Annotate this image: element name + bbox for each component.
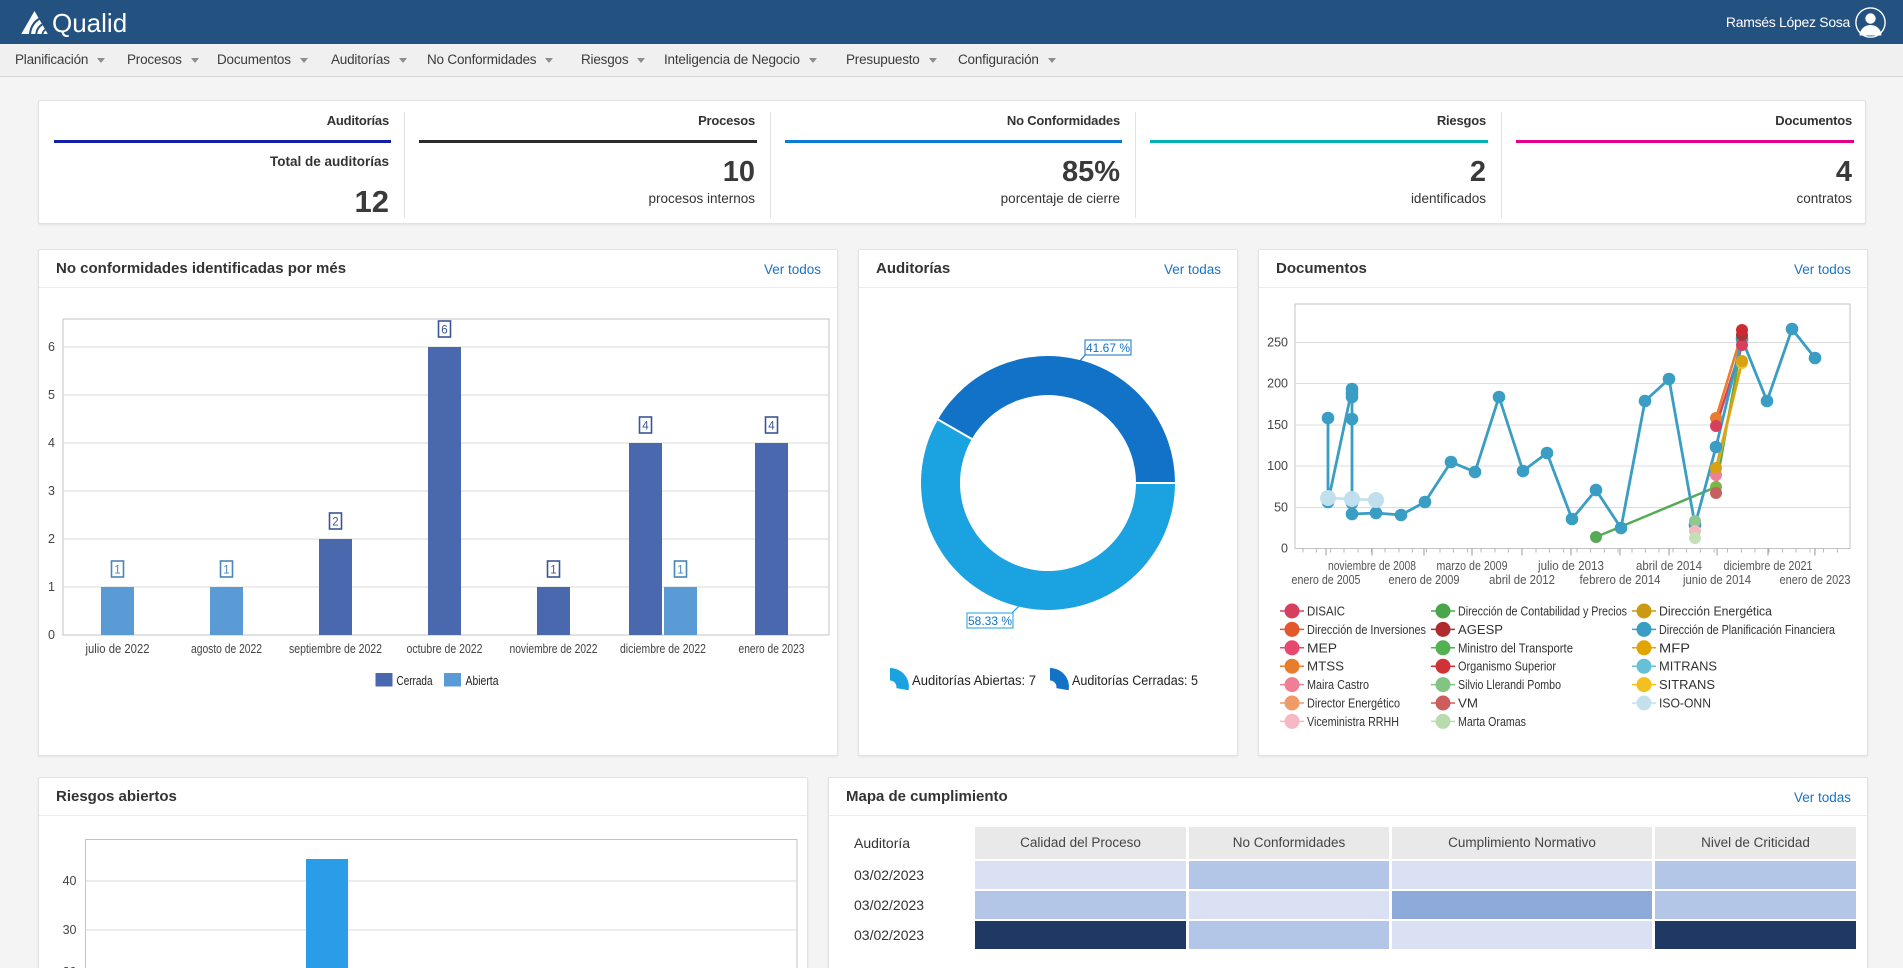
- svg-text:Organismo Superior: Organismo Superior: [1458, 659, 1557, 674]
- svg-text:Viceministra RRHH: Viceministra RRHH: [1307, 714, 1399, 729]
- svg-text:Maira Castro: Maira Castro: [1307, 677, 1369, 692]
- svg-text:4: 4: [642, 421, 649, 433]
- svg-text:Director Energético: Director Energético: [1307, 696, 1400, 711]
- svg-text:Dirección Energética: Dirección Energética: [1659, 604, 1773, 619]
- svg-text:abril de 2012: abril de 2012: [1489, 572, 1555, 587]
- svg-text:1: 1: [114, 565, 120, 577]
- svg-text:DISAIC: DISAIC: [1307, 604, 1345, 619]
- svg-text:Auditorías Abiertas: 7: Auditorías Abiertas: 7: [912, 673, 1036, 688]
- svg-text:Marta Oramas: Marta Oramas: [1458, 714, 1526, 729]
- svg-text:41.67 %: 41.67 %: [1086, 341, 1130, 355]
- svg-text:VM: VM: [1458, 696, 1478, 711]
- svg-text:1: 1: [550, 565, 556, 577]
- svg-text:4: 4: [48, 436, 55, 450]
- svg-text:diciembre de 2022: diciembre de 2022: [620, 642, 706, 656]
- svg-text:julio de 2022: julio de 2022: [85, 642, 150, 656]
- svg-text:febrero de 2014: febrero de 2014: [1580, 572, 1661, 587]
- svg-text:2: 2: [332, 517, 338, 529]
- svg-text:40: 40: [63, 874, 77, 888]
- svg-text:abril de 2014: abril de 2014: [1636, 558, 1702, 573]
- svg-text:30: 30: [63, 923, 77, 937]
- svg-text:enero de 2023: enero de 2023: [739, 642, 805, 656]
- svg-text:agosto de 2022: agosto de 2022: [191, 642, 262, 656]
- svg-text:0: 0: [1281, 542, 1288, 556]
- svg-text:junio de 2014: junio de 2014: [1682, 572, 1751, 587]
- svg-text:Abierta: Abierta: [466, 674, 499, 688]
- svg-text:0: 0: [48, 628, 55, 642]
- svg-text:Silvio Llerandi Pombo: Silvio Llerandi Pombo: [1458, 677, 1561, 692]
- svg-text:noviembre de 2008: noviembre de 2008: [1328, 558, 1416, 573]
- svg-text:ISO-ONN: ISO-ONN: [1659, 696, 1711, 711]
- svg-text:diciembre de 2021: diciembre de 2021: [1724, 558, 1813, 573]
- svg-text:6: 6: [48, 340, 55, 354]
- svg-text:6: 6: [441, 325, 447, 337]
- svg-text:Cerrada: Cerrada: [397, 674, 433, 688]
- svg-text:50: 50: [1274, 500, 1288, 514]
- svg-text:Dirección de Inversiones: Dirección de Inversiones: [1307, 622, 1426, 637]
- svg-text:100: 100: [1267, 459, 1288, 473]
- svg-text:enero de 2023: enero de 2023: [1780, 572, 1851, 587]
- svg-text:1: 1: [677, 565, 683, 577]
- svg-text:julio de 2013: julio de 2013: [1537, 558, 1604, 573]
- svg-text:marzo de 2009: marzo de 2009: [1437, 558, 1508, 573]
- svg-text:Auditorías Cerradas: 5: Auditorías Cerradas: 5: [1072, 673, 1198, 688]
- svg-text:Dirección de Planificación Fin: Dirección de Planificación Financiera: [1659, 622, 1836, 637]
- svg-text:250: 250: [1267, 336, 1288, 350]
- svg-text:Dirección de Contabilidad y Pr: Dirección de Contabilidad y Precios: [1458, 604, 1627, 619]
- svg-text:MFP: MFP: [1659, 640, 1690, 655]
- svg-text:enero de 2009: enero de 2009: [1389, 572, 1460, 587]
- svg-text:MEP: MEP: [1307, 640, 1337, 655]
- svg-text:MTSS: MTSS: [1307, 659, 1344, 674]
- svg-text:200: 200: [1267, 377, 1288, 391]
- svg-text:4: 4: [768, 421, 775, 433]
- svg-text:150: 150: [1267, 418, 1288, 432]
- svg-text:noviembre de 2022: noviembre de 2022: [510, 642, 598, 656]
- svg-text:MITRANS: MITRANS: [1659, 659, 1717, 674]
- svg-text:enero de 2005: enero de 2005: [1292, 572, 1361, 587]
- svg-text:5: 5: [48, 388, 55, 402]
- svg-text:octubre de 2022: octubre de 2022: [407, 642, 483, 656]
- svg-text:Ministro del Transporte: Ministro del Transporte: [1458, 640, 1573, 655]
- svg-text:SITRANS: SITRANS: [1659, 677, 1715, 692]
- svg-text:septiembre de 2022: septiembre de 2022: [289, 642, 382, 656]
- svg-text:1: 1: [48, 580, 55, 594]
- svg-text:AGESP: AGESP: [1458, 622, 1503, 637]
- svg-text:58.33 %: 58.33 %: [968, 614, 1012, 628]
- svg-text:2: 2: [48, 532, 55, 546]
- svg-text:1: 1: [223, 565, 229, 577]
- svg-text:3: 3: [48, 484, 55, 498]
